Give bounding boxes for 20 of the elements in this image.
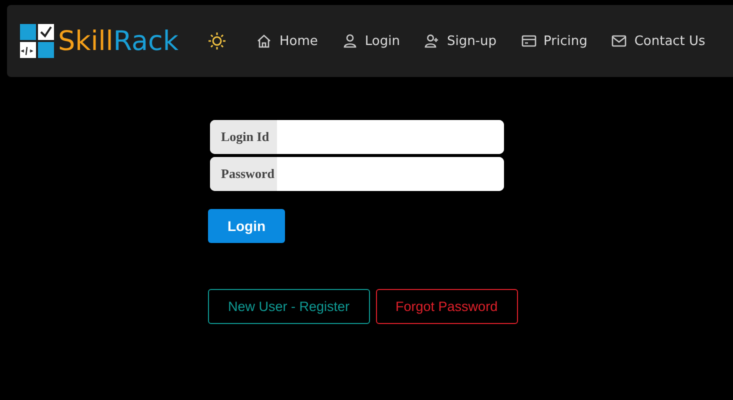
field-label: Password — [210, 157, 277, 191]
nav-link[interactable]: Contact Us — [611, 33, 706, 49]
nav-link[interactable]: Sign-up — [424, 33, 496, 49]
input-field[interactable]: Login Id — [210, 120, 504, 154]
card-icon — [520, 33, 536, 49]
input-field[interactable]: Password — [210, 157, 504, 191]
nav-link[interactable]: Login — [342, 33, 400, 49]
field-label: Login Id — [210, 120, 277, 154]
user-icon — [342, 33, 358, 49]
mail-icon — [611, 33, 628, 49]
nav-link[interactable]: Pricing — [520, 33, 588, 49]
logo-icon — [20, 24, 54, 58]
sun-icon[interactable] — [208, 32, 226, 50]
home-icon — [256, 33, 272, 49]
brand-name: SkillRack — [58, 26, 178, 56]
nav-link[interactable]: Home — [256, 33, 318, 49]
register-button[interactable]: New User - Register — [208, 289, 370, 324]
add-user-icon — [424, 33, 440, 49]
login-button[interactable]: Login — [208, 209, 285, 243]
forgot-password-button[interactable]: Forgot Password — [376, 289, 518, 324]
